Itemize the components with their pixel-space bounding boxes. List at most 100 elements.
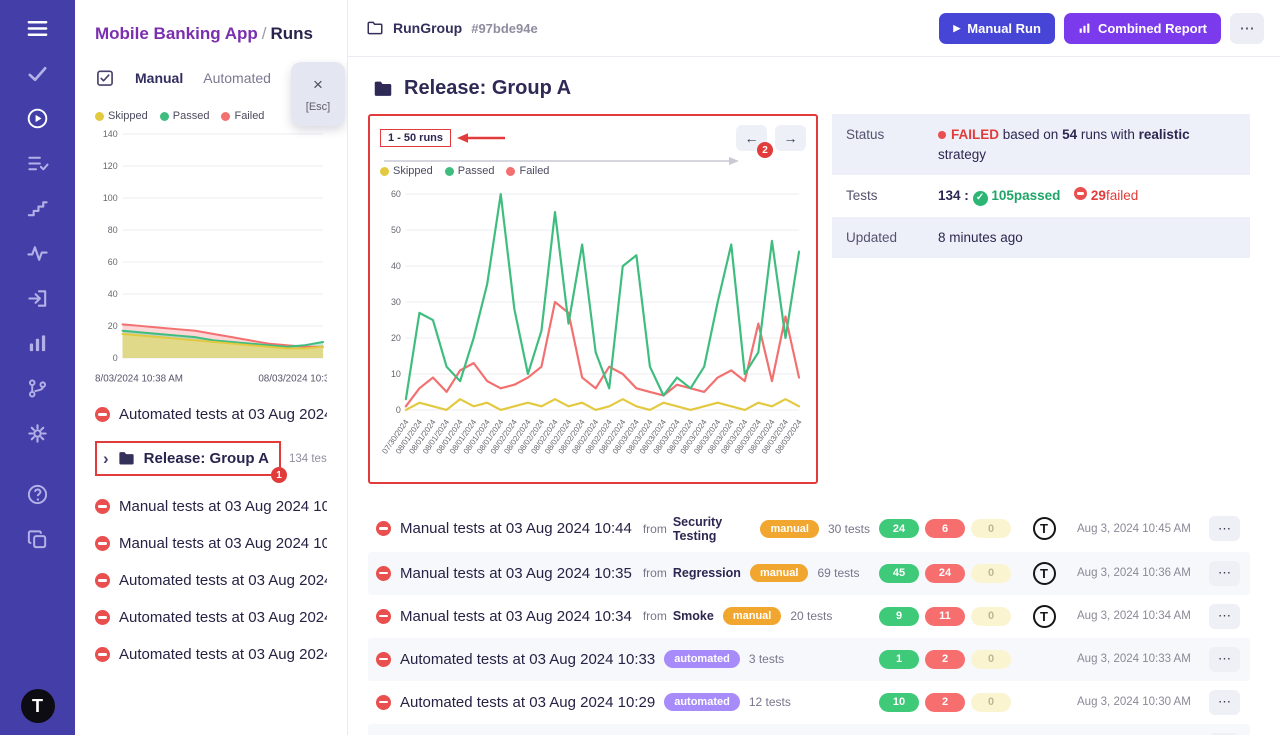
row-more-button[interactable]: ⋯ <box>1209 516 1240 541</box>
help-icon[interactable] <box>26 482 50 506</box>
skipped-pill: 0 <box>971 519 1011 538</box>
svg-text:80: 80 <box>108 225 118 235</box>
failed-status-icon <box>95 407 110 422</box>
run-row[interactable]: Automated tests at 03 Aug 2024 10:29 aut… <box>368 681 1250 724</box>
check-icon[interactable] <box>26 61 50 85</box>
skipped-dot-icon <box>380 167 389 176</box>
manual-run-button[interactable]: ▶ Manual Run <box>939 13 1055 44</box>
svg-text:140: 140 <box>103 129 118 139</box>
tests-label: Tests <box>846 186 938 206</box>
svg-text:100: 100 <box>103 193 118 203</box>
more-actions-button[interactable]: ⋯ <box>1230 13 1264 44</box>
list-check-icon[interactable] <box>26 151 50 175</box>
run-row[interactable]: Automated tests at 03 Aug 2024 10:33 aut… <box>368 638 1250 681</box>
skipped-pill: 0 <box>971 693 1011 712</box>
prev-page-button[interactable]: ←2 <box>736 125 767 151</box>
list-item[interactable]: Manual tests at 03 Aug 2024 10:42 <box>95 525 327 562</box>
runs-board-icon[interactable] <box>95 68 115 88</box>
run-title: Automated tests at 03 Aug 2024 10 <box>119 406 327 423</box>
report-icon <box>1078 22 1091 35</box>
bar-chart-icon[interactable] <box>26 331 50 355</box>
test-count: 20 tests <box>790 609 832 623</box>
close-icon[interactable]: × <box>313 76 323 93</box>
runs-side-list: Automated tests at 03 Aug 2024 10 › Rele… <box>95 396 327 673</box>
logo-t-icon[interactable]: T <box>21 689 55 723</box>
row-more-button[interactable]: ⋯ <box>1209 690 1240 715</box>
list-item[interactable]: Automated tests at 03 Aug 2024 10 <box>95 562 327 599</box>
group-heading: Release: Group A <box>368 73 1250 114</box>
sign-in-icon[interactable] <box>26 286 50 310</box>
list-item[interactable]: Automated tests at 03 Aug 2024 10 <box>95 599 327 636</box>
steps-icon[interactable] <box>26 196 50 220</box>
failed-pill: 6 <box>925 519 965 538</box>
page-title: Runs <box>271 24 314 43</box>
result-pills: 10 2 0 <box>879 693 1011 712</box>
menu-icon[interactable] <box>26 16 50 40</box>
legend-failed: Failed <box>519 165 549 177</box>
legend-passed: Passed <box>173 110 210 122</box>
failed-pill: 24 <box>925 564 965 583</box>
list-item-release-group-a[interactable]: › Release: Group A 1 134 tests 54 r <box>95 433 327 488</box>
run-row[interactable]: Manual tests at 03 Aug 2024 10:44 from S… <box>368 506 1250 552</box>
esc-tooltip: × [Esc] <box>291 62 345 126</box>
result-pills: 9 11 0 <box>879 607 1011 626</box>
git-branch-icon[interactable] <box>26 376 50 400</box>
runs-list: Manual tests at 03 Aug 2024 10:44 from S… <box>368 506 1250 735</box>
failed-status-icon <box>376 566 391 581</box>
chevron-right-icon[interactable]: › <box>103 450 109 467</box>
svg-text:60: 60 <box>108 257 118 267</box>
run-title: Automated tests at 03 Aug 2024 10:29 <box>400 694 655 711</box>
runs-history-chart: 010203040506007/30/202408/01/202408/01/2… <box>380 179 806 480</box>
annotation-box-1: › Release: Group A 1 <box>95 441 281 476</box>
folder-title: Release: Group A <box>144 450 269 467</box>
row-more-button[interactable]: ⋯ <box>1209 561 1240 586</box>
list-item[interactable]: Automated tests at 03 Aug 2024 10 <box>95 396 327 433</box>
run-row[interactable]: Manual tests at 03 Aug 2024 10:34 from S… <box>368 595 1250 638</box>
test-count: 30 tests <box>828 522 870 536</box>
pulse-icon[interactable] <box>26 241 50 265</box>
row-more-button[interactable]: ⋯ <box>1209 604 1240 629</box>
run-title: Automated tests at 03 Aug 2024 10 <box>119 572 327 589</box>
app-root: T Mobile Banking App/Runs Manual Automat… <box>0 0 1280 735</box>
tab-manual[interactable]: Manual <box>135 70 183 86</box>
gear-icon[interactable] <box>26 421 50 445</box>
run-title: Manual tests at 03 Aug 2024 10:42 <box>119 535 327 552</box>
failed-status-icon <box>95 647 110 662</box>
passed-pill: 9 <box>879 607 919 626</box>
from-label: from <box>643 566 667 580</box>
legend-skipped: Skipped <box>108 110 148 122</box>
play-circle-icon[interactable] <box>26 106 50 130</box>
tab-automated[interactable]: Automated <box>203 70 271 86</box>
group-title: Release: Group A <box>404 77 571 100</box>
passed-dot-icon <box>160 112 169 121</box>
passed-pill: 24 <box>879 519 919 538</box>
annotation-badge-2: 2 <box>757 142 773 158</box>
failed-dot-icon <box>221 112 230 121</box>
breadcrumb-app-name[interactable]: Mobile Banking App <box>95 24 258 43</box>
failed-status-icon <box>376 652 391 667</box>
svg-text:0: 0 <box>113 353 118 363</box>
row-more-button[interactable]: ⋯ <box>1209 647 1240 672</box>
copy-icon[interactable] <box>26 527 50 551</box>
skipped-dot-icon <box>95 112 104 121</box>
run-row[interactable]: Manual tests at 03 Aug 2024 10:35 from R… <box>368 552 1250 595</box>
from-value: Regression <box>673 566 741 580</box>
combined-report-button[interactable]: Combined Report <box>1064 13 1221 44</box>
annotation-badge-1: 1 <box>271 467 287 483</box>
breadcrumb: Mobile Banking App/Runs <box>95 24 327 44</box>
skipped-pill: 0 <box>971 564 1011 583</box>
project-panel: Mobile Banking App/Runs Manual Automated… <box>75 0 348 735</box>
play-icon: ▶ <box>953 24 960 33</box>
result-pills: 1 2 0 <box>879 650 1011 669</box>
list-item[interactable]: Automated tests at 03 Aug 2024 1 <box>95 636 327 673</box>
main-area: RunGroup #97bde94e ▶ Manual Run Combined… <box>348 0 1280 735</box>
next-page-button[interactable]: → <box>775 125 806 151</box>
manual-badge: manual <box>723 607 782 625</box>
legend-failed: Failed <box>234 110 264 122</box>
list-item[interactable]: Manual tests at 03 Aug 2024 10:43 <box>95 488 327 525</box>
avatar: T <box>1033 605 1056 628</box>
run-row[interactable]: Automated tests at 03 Aug 2024 10:28 aut… <box>368 724 1250 735</box>
passed-dot-icon <box>445 167 454 176</box>
run-date: Aug 3, 2024 10:34 AM <box>1077 610 1199 622</box>
esc-hint: [Esc] <box>306 101 330 113</box>
